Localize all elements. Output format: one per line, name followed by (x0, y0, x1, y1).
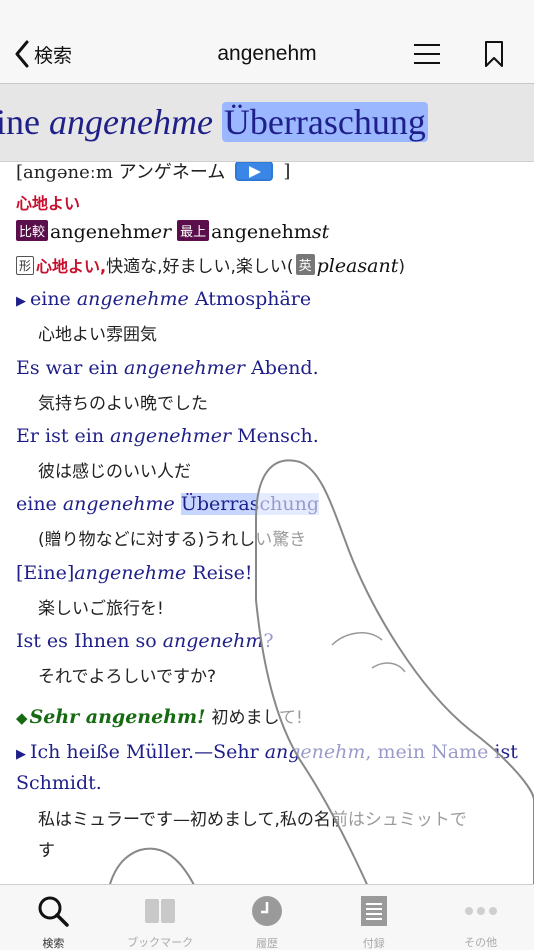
idiom-example-italic: angenehm (264, 741, 366, 763)
idiom-example-post: , mein Name ist (365, 741, 518, 763)
idiom-meaning: 初めまして! (211, 708, 303, 728)
idiom-example-jp-line2: す (38, 841, 55, 861)
audio-play-button[interactable] (235, 162, 274, 181)
example-italic: angenehme (62, 493, 175, 515)
tab-appendix[interactable]: 付録 (320, 885, 427, 950)
example-pre: [Eine] (16, 562, 75, 584)
idiom-example-pre: Ich heiße Müller.—Sehr (30, 741, 265, 763)
example-jp: それでよろしいですか? (38, 667, 217, 687)
document-icon (357, 895, 391, 927)
example-de: ▶ eine angenehme Atmosphäre (16, 288, 311, 310)
example-jp: 彼は感じのいい人だ (38, 462, 191, 482)
example-pre: eine (30, 288, 77, 310)
bookmark-button[interactable] (483, 40, 505, 68)
tab-bookmarks[interactable]: ブックマーク (107, 885, 214, 950)
tab-label: その他 (464, 936, 498, 949)
superlative-tag: 最上 (177, 220, 210, 241)
tab-label: 検索 (42, 937, 65, 950)
tab-history[interactable]: 履歴 (214, 885, 321, 950)
example-italic: angenehmer (123, 357, 246, 379)
dictionary-entry: [angəneːm アンゲネーム ] 心地よい 比較 angenehmer 最上 a… (0, 162, 534, 884)
search-icon (36, 895, 70, 927)
tab-label: 付録 (362, 937, 385, 950)
meaning-line: 形心地よい,快適な,好ましい,楽しい(英 pleasant) (16, 252, 405, 277)
inflection-line: 比較 angenehmer 最上 angenehmst (16, 220, 329, 243)
selected-word[interactable]: Überraschung (180, 493, 320, 515)
example-de: [Eine]angenehme Reise! (16, 562, 253, 584)
idiom-phrase: Sehr angenehm! (29, 706, 206, 728)
magnified-text: ine angenehme Überraschung (0, 96, 428, 148)
example-jp: 気持ちのよい晩でした (38, 394, 208, 414)
book-icon (143, 895, 177, 926)
tab-label: 履歴 (255, 937, 278, 950)
idiom-example-de-line2: Schmidt. (16, 772, 102, 794)
example-italic: angenehm (162, 630, 264, 652)
example-de: eine angenehme Überraschung (16, 493, 320, 515)
example-italic: angenehmer (110, 425, 232, 447)
tab-label: ブックマーク (127, 936, 194, 949)
example-jp: (贈り物などに対する)うれしい驚き (38, 530, 307, 550)
example-italic: angenehme (74, 562, 187, 584)
example-de: Er ist ein angenehmer Mensch. (16, 425, 319, 447)
example-pre: Er ist ein (16, 425, 111, 447)
pronunciation-text: [angəneːm アンゲネーム (16, 162, 226, 183)
tab-search[interactable]: 検索 (0, 885, 107, 950)
idiom-example-de: ▶ Ich heiße Müller.—Sehr angenehm, mein N… (16, 741, 518, 763)
magnified-pre: ine (0, 102, 49, 142)
more-icon (464, 895, 498, 926)
magnified-italic: angenehme (48, 102, 213, 142)
example-jp: 楽しいご旅行を! (38, 599, 164, 619)
meaning-close: ) (398, 257, 405, 277)
tab-more[interactable]: その他 (427, 885, 534, 950)
clock-icon (250, 895, 284, 927)
magnifier-loupe: ine angenehme Überraschung (0, 84, 534, 162)
example-post: Abend. (245, 357, 319, 379)
navigation-bar: 検索 angenehm (0, 0, 534, 84)
english-word: pleasant (316, 255, 399, 277)
menu-button[interactable] (412, 42, 442, 66)
example-post: Mensch. (231, 425, 319, 447)
headword-meaning: 心地よい (16, 194, 81, 213)
superlative-suffix: st (311, 221, 330, 243)
example-pre: Ist es Ihnen so (16, 630, 163, 652)
meaning-bold: 心地よい, (36, 257, 107, 276)
example-pre: eine (16, 493, 63, 515)
magnified-selection: Überraschung (221, 102, 428, 142)
example-italic: angenehme (76, 288, 189, 310)
meaning-rest: 快適な,好ましい,楽しい( (106, 257, 294, 277)
comparative-suffix: er (150, 221, 172, 243)
bookmark-icon (485, 41, 503, 67)
triangle-icon: ▶ (16, 747, 26, 762)
superlative-stem: angenehm (211, 221, 312, 243)
example-de: Ist es Ihnen so angenehm? (16, 630, 274, 652)
example-post: Reise! (186, 562, 253, 584)
comparative-tag: 比較 (16, 220, 49, 241)
example-jp: 心地よい雰囲気 (38, 325, 157, 345)
diamond-icon: ◆ (16, 709, 28, 727)
example-post: ? (263, 630, 274, 652)
pos-tag: 形 (16, 256, 35, 275)
page-title: angenehm (217, 42, 317, 65)
idiom-example-jp: 私はミュラーです—初めまして,私の名前はシュミットで (38, 810, 467, 830)
pronunciation-close: ] (283, 162, 291, 182)
triangle-icon: ▶ (16, 294, 26, 309)
comparative-stem: angenehm (50, 221, 151, 243)
example-post: Atmosphäre (188, 288, 312, 310)
example-de: Es war ein angenehmer Abend. (16, 357, 319, 379)
english-tag: 英 (295, 254, 315, 275)
example-pre: Es war ein (16, 357, 124, 379)
tab-bar: 検索 ブックマーク 履歴 付録 その他 (0, 884, 534, 950)
pronunciation-line: [angəneːm アンゲネーム ] (16, 162, 290, 184)
hamburger-icon (414, 44, 440, 64)
idiom-line: ◆ Sehr angenehm! 初めまして! (16, 703, 303, 728)
